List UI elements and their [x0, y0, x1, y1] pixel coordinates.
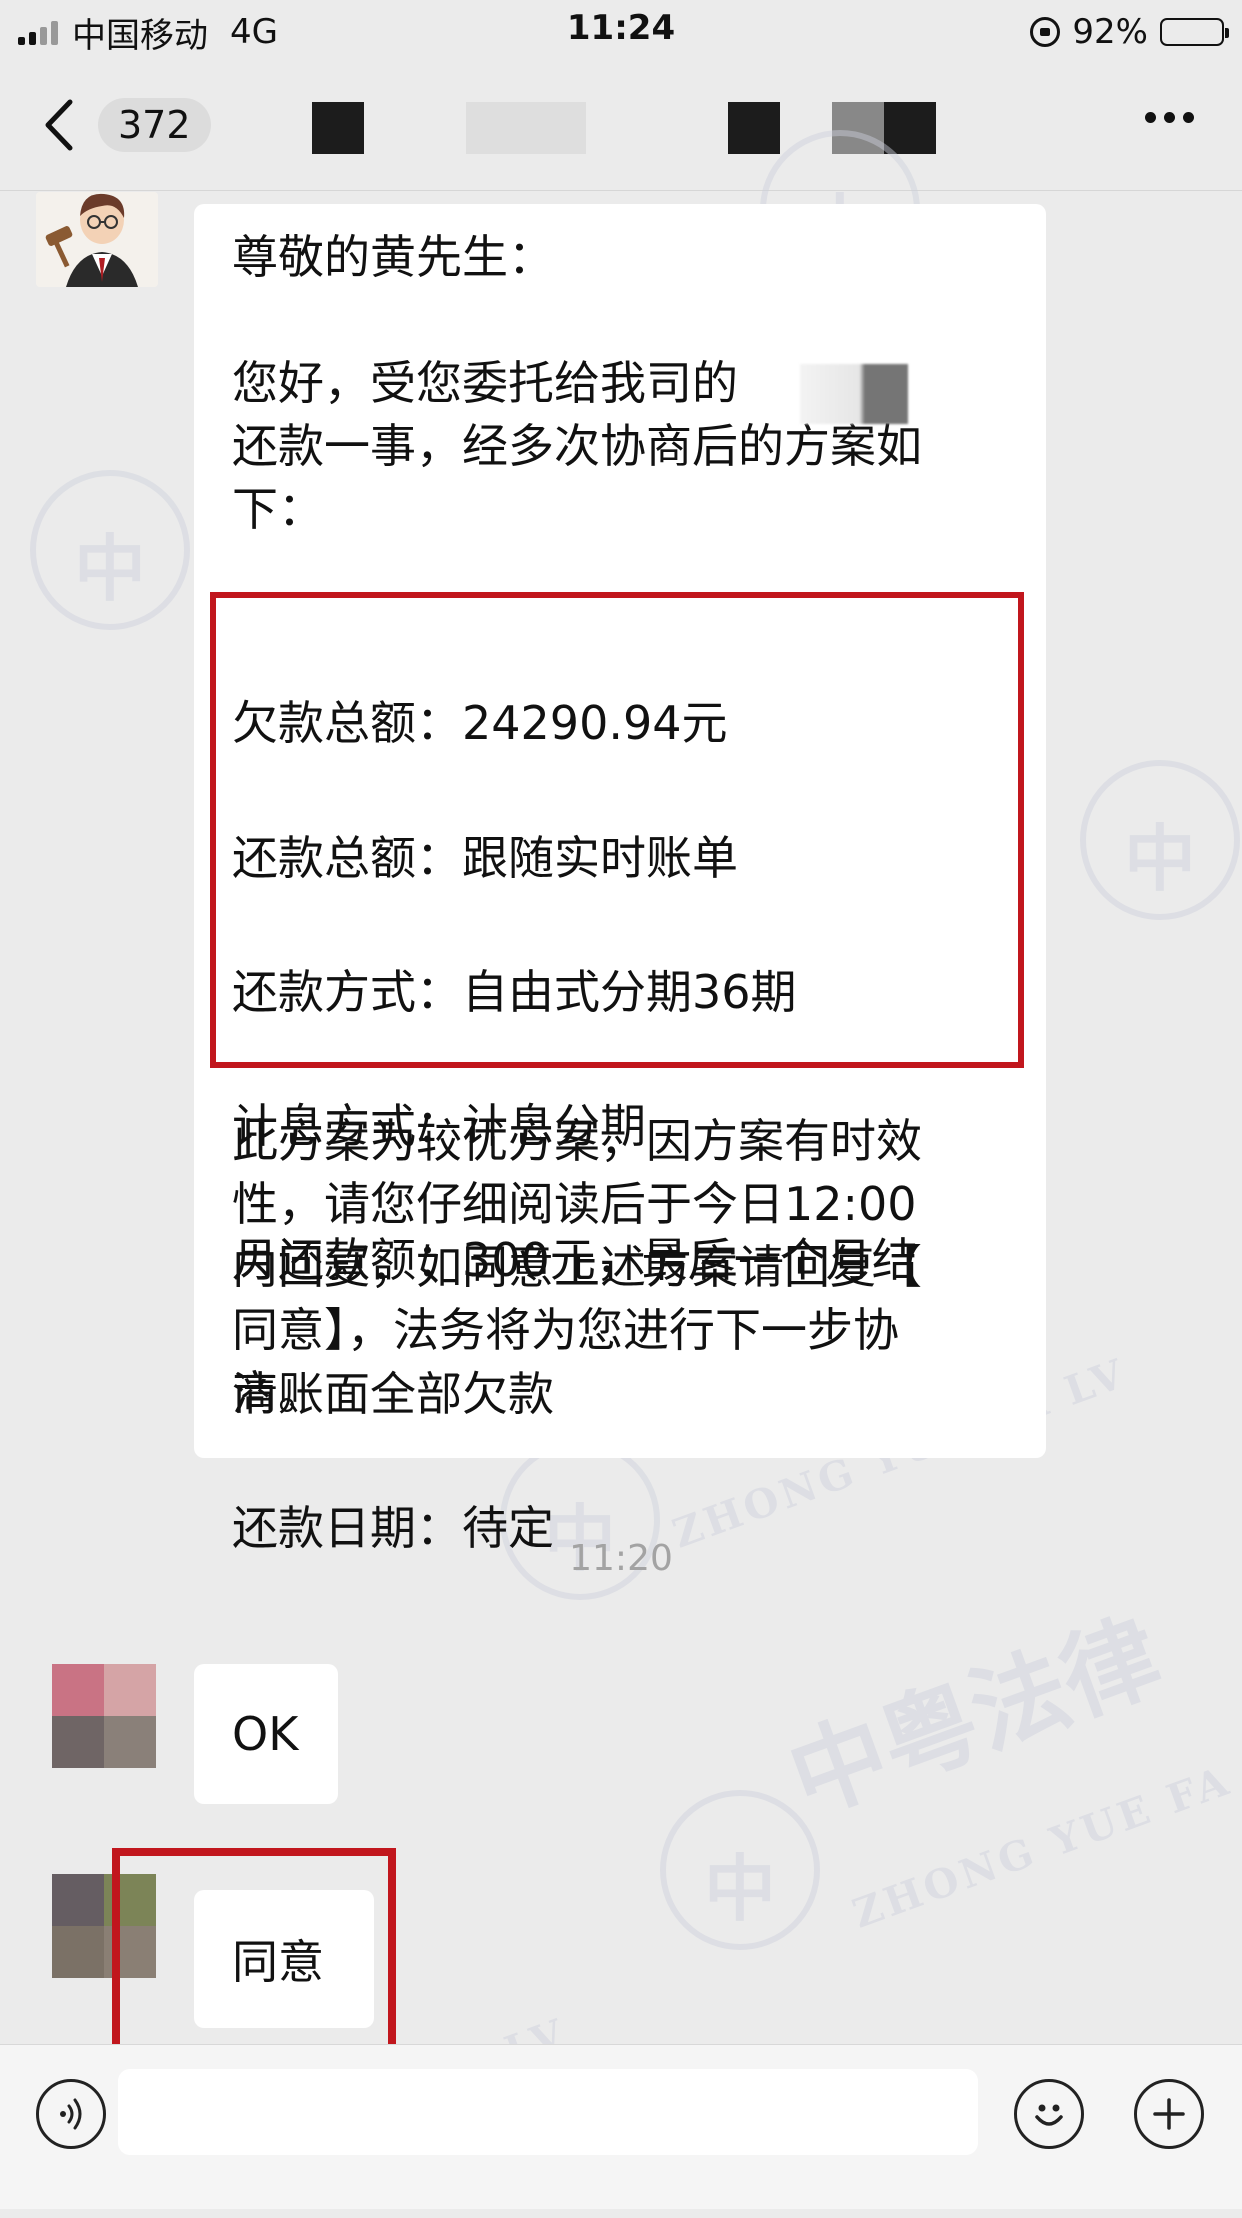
message-input[interactable]: [118, 2069, 978, 2155]
add-attachment-button[interactable]: [1134, 2079, 1204, 2149]
status-right: 92%: [1030, 10, 1229, 54]
back-button[interactable]: [42, 98, 82, 152]
avatar-pixel: [52, 1926, 104, 1978]
avatar-pixel: [52, 1874, 104, 1926]
redacted-title-block: [884, 102, 936, 154]
lawyer-cartoon-icon: [36, 192, 158, 287]
avatar-pixel: [52, 1716, 104, 1768]
agree-highlight-box: [112, 1848, 396, 2054]
redacted-title-block: [312, 102, 364, 154]
watermark-seal: [30, 470, 190, 630]
redacted-creditor-name: [800, 364, 908, 424]
more-dot: [1183, 112, 1194, 123]
voice-wave-icon: [60, 2098, 82, 2130]
watermark-seal: [660, 1790, 820, 1950]
chat-input-bar: [0, 2044, 1242, 2209]
unread-count-badge[interactable]: 372: [98, 98, 211, 152]
more-dot: [1164, 112, 1175, 123]
user-message-text: OK: [232, 1707, 299, 1761]
battery-icon: [1160, 18, 1229, 46]
message-greeting: 尊敬的黄先生：: [232, 230, 554, 284]
battery-percent: 92%: [1072, 12, 1148, 52]
status-bar: 中国移动 4G 11:24 92%: [0, 0, 1242, 62]
chevron-left-icon: [45, 99, 73, 151]
plan-highlight-box: [210, 592, 1024, 1068]
plus-icon: [1153, 2098, 1185, 2130]
orientation-lock-icon: [1030, 17, 1061, 47]
avatar-pixel: [104, 1664, 156, 1716]
lawyer-message-bubble[interactable]: 尊敬的黄先生： 您好，受您委托给我司的 还款一事，经多次协商后的方案如 下： 欠…: [194, 204, 1046, 1551]
watermark-seal: [1080, 760, 1240, 920]
user-avatar[interactable]: [52, 1664, 156, 1768]
message-closing: 此方案为较优方案，因方案有时效 性，请您仔细阅读后于今日12:00 内回复，如同…: [232, 1114, 922, 1420]
chat-timestamp: 11:20: [569, 1538, 673, 1579]
more-dot: [1145, 112, 1156, 123]
more-options-button[interactable]: [1145, 112, 1194, 123]
user-message-bubble[interactable]: OK: [194, 1664, 338, 1804]
voice-button[interactable]: [36, 2079, 106, 2149]
avatar-pixel: [104, 1716, 156, 1768]
emoji-button[interactable]: [1014, 2079, 1084, 2149]
redacted-title-block: [728, 102, 780, 154]
redacted-title-block: [466, 102, 586, 154]
lawyer-avatar[interactable]: [36, 192, 158, 287]
chat-nav-bar: 372: [0, 62, 1242, 191]
watermark-text: ZHONG YUE FA LV: [846, 1729, 1242, 1938]
smiley-icon: [1035, 2104, 1063, 2126]
avatar-pixel: [52, 1664, 104, 1716]
